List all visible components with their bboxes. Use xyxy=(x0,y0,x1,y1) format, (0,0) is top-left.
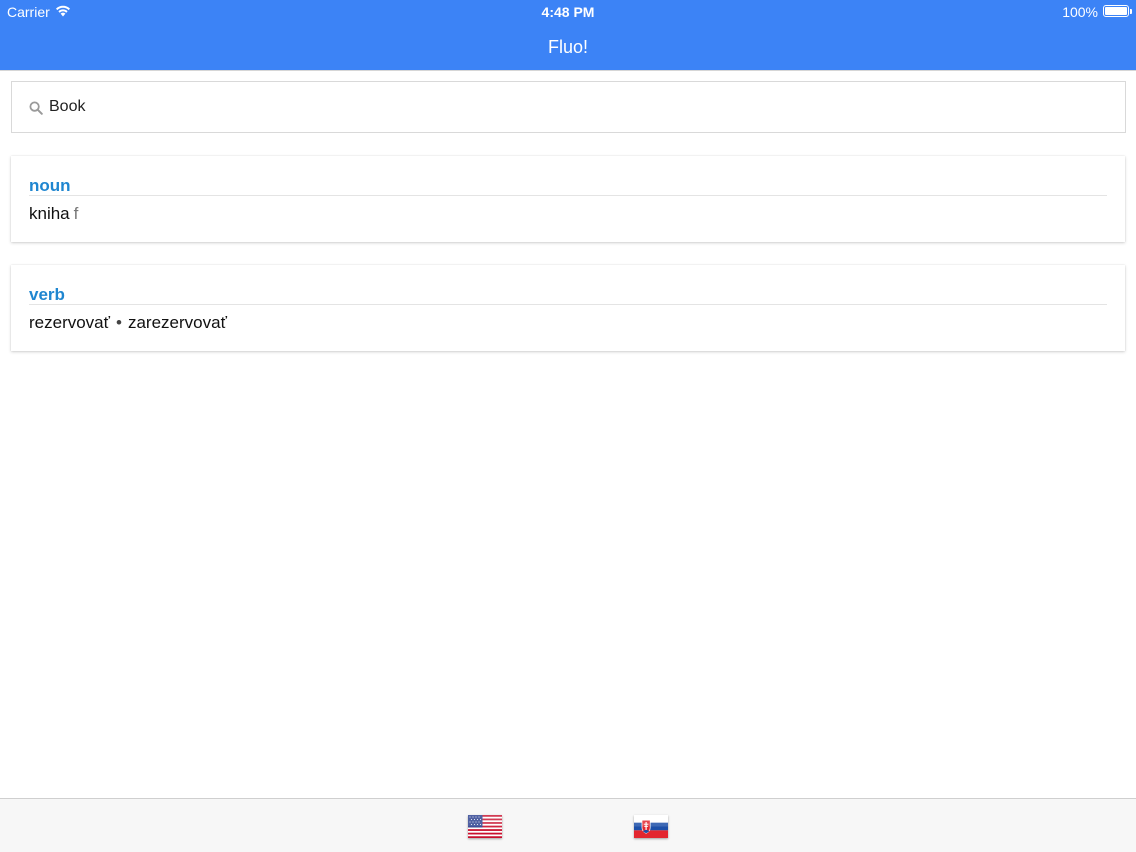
part-of-speech-label: noun xyxy=(29,176,71,195)
search-input[interactable] xyxy=(49,94,1109,120)
translation-list: kniha f xyxy=(29,204,78,224)
search-bar[interactable] xyxy=(11,81,1126,133)
us-flag-icon[interactable] xyxy=(468,815,502,838)
app-window: Carrier 4:48 PM 100% Fluo! noun knihaf xyxy=(0,0,1136,852)
translation-list: rezervovať • zarezervovať xyxy=(29,313,227,333)
search-icon xyxy=(29,101,43,115)
navigation-bar: Carrier 4:48 PM 100% Fluo! xyxy=(0,0,1136,71)
app-title: Fluo! xyxy=(547,37,589,57)
battery-percentage: 100% xyxy=(1062,4,1098,20)
translation-word[interactable]: kniha xyxy=(29,204,70,223)
gender-marker: f xyxy=(73,204,79,223)
translation-word[interactable]: rezervovať xyxy=(29,313,110,332)
result-card-verb[interactable]: verb rezervovať • zarezervovať xyxy=(11,265,1125,351)
card-divider xyxy=(29,304,1107,305)
translation-word[interactable]: zarezervovať xyxy=(128,313,227,332)
card-divider xyxy=(29,195,1107,196)
translation-separator: • xyxy=(116,313,122,332)
clock: 4:48 PM xyxy=(541,4,595,20)
slovakia-flag-icon[interactable] xyxy=(634,815,668,838)
battery-icon xyxy=(1103,5,1132,17)
result-card-noun[interactable]: noun kniha f xyxy=(11,156,1125,242)
status-bar: Carrier 4:48 PM 100% xyxy=(0,0,1136,22)
part-of-speech-label: verb xyxy=(29,285,65,304)
tab-bar xyxy=(0,798,1136,852)
